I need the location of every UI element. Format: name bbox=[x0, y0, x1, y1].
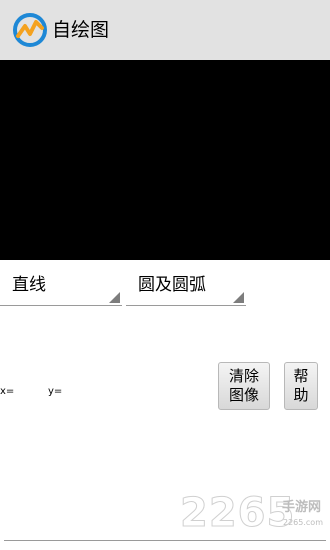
curve-type-value: 圆及圆弧 bbox=[138, 275, 206, 295]
watermark-tag: 手游网 bbox=[282, 500, 322, 515]
title-bar: 自绘图 bbox=[0, 0, 330, 60]
app-title: 自绘图 bbox=[52, 19, 110, 41]
divider bbox=[4, 540, 326, 541]
app-logo-icon bbox=[13, 13, 47, 47]
watermark: 2265 手游网 2265.com bbox=[179, 491, 330, 537]
watermark-url: 2265.com bbox=[283, 518, 323, 527]
y-coordinate-label: y= bbox=[48, 386, 63, 397]
dropdown-arrow-icon bbox=[109, 292, 120, 303]
shape-type-value: 直线 bbox=[12, 275, 46, 295]
clear-image-button[interactable]: 清除 图像 bbox=[218, 362, 270, 410]
curve-type-spinner[interactable]: 圆及圆弧 bbox=[126, 268, 246, 306]
shape-type-spinner[interactable]: 直线 bbox=[0, 268, 122, 306]
drawing-canvas[interactable] bbox=[0, 60, 330, 260]
watermark-brand: 2265 bbox=[179, 490, 296, 536]
dropdown-arrow-icon bbox=[233, 292, 244, 303]
x-coordinate-label: x= bbox=[0, 386, 15, 397]
help-button[interactable]: 帮 助 bbox=[284, 362, 318, 410]
